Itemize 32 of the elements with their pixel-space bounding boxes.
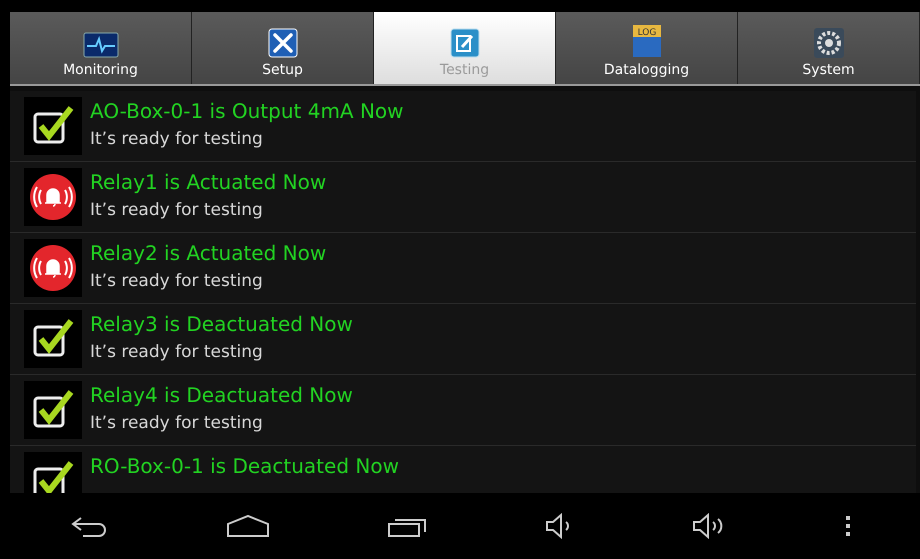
- status-list-item[interactable]: Relay2 is Actuated Now It’s ready for testing: [10, 233, 916, 304]
- alarm-bell-icon: [24, 168, 82, 226]
- status-subtitle: It’s ready for testing: [90, 128, 264, 151]
- checkbox-icon: [24, 452, 82, 493]
- checkbox-icon: [24, 97, 82, 155]
- checkbox-icon: [24, 310, 82, 368]
- alarm-bell-icon: [24, 239, 82, 297]
- status-list-item[interactable]: Relay4 is Deactuated Now It’s ready for testing: [10, 375, 916, 446]
- tab[interactable]: LOG Datalogging: [556, 12, 738, 84]
- status-list-item[interactable]: RO-Box-0-1 is Deactuated Now: [10, 446, 916, 493]
- home-icon[interactable]: [226, 514, 270, 538]
- status-subtitle: It’s ready for testing: [90, 412, 264, 435]
- status-list-item[interactable]: AO-Box-0-1 is Output 4mA Now It’s ready for testing: [10, 91, 916, 162]
- status-list-item[interactable]: Relay3 is Deactuated Now It’s ready for testing: [10, 304, 916, 375]
- status-title: Relay2 is Actuated Now: [90, 240, 326, 267]
- status-subtitle: It’s ready for testing: [90, 199, 264, 222]
- status-subtitle: It’s ready for testing: [90, 270, 264, 293]
- more-options-icon[interactable]: [845, 515, 852, 537]
- status-title: Relay3 is Deactuated Now: [90, 311, 353, 338]
- heartbeat-monitor-icon: [82, 32, 118, 58]
- checkbox-icon: [24, 381, 82, 439]
- tab[interactable]: Setup: [192, 12, 374, 84]
- status-title: Relay1 is Actuated Now: [90, 169, 326, 196]
- tab[interactable]: Monitoring: [10, 12, 192, 84]
- status-title: Relay4 is Deactuated Now: [90, 382, 353, 409]
- note-edit-icon: [450, 28, 480, 58]
- status-title: AO-Box-0-1 is Output 4mA Now: [90, 98, 404, 125]
- tab[interactable]: System: [738, 12, 920, 84]
- status-subtitle: It’s ready for testing: [90, 341, 264, 364]
- status-list-item[interactable]: Relay1 is Actuated Now It’s ready for testing: [10, 162, 916, 233]
- log-file-icon: LOG: [632, 24, 662, 58]
- status-title: RO-Box-0-1 is Deactuated Now: [90, 453, 399, 480]
